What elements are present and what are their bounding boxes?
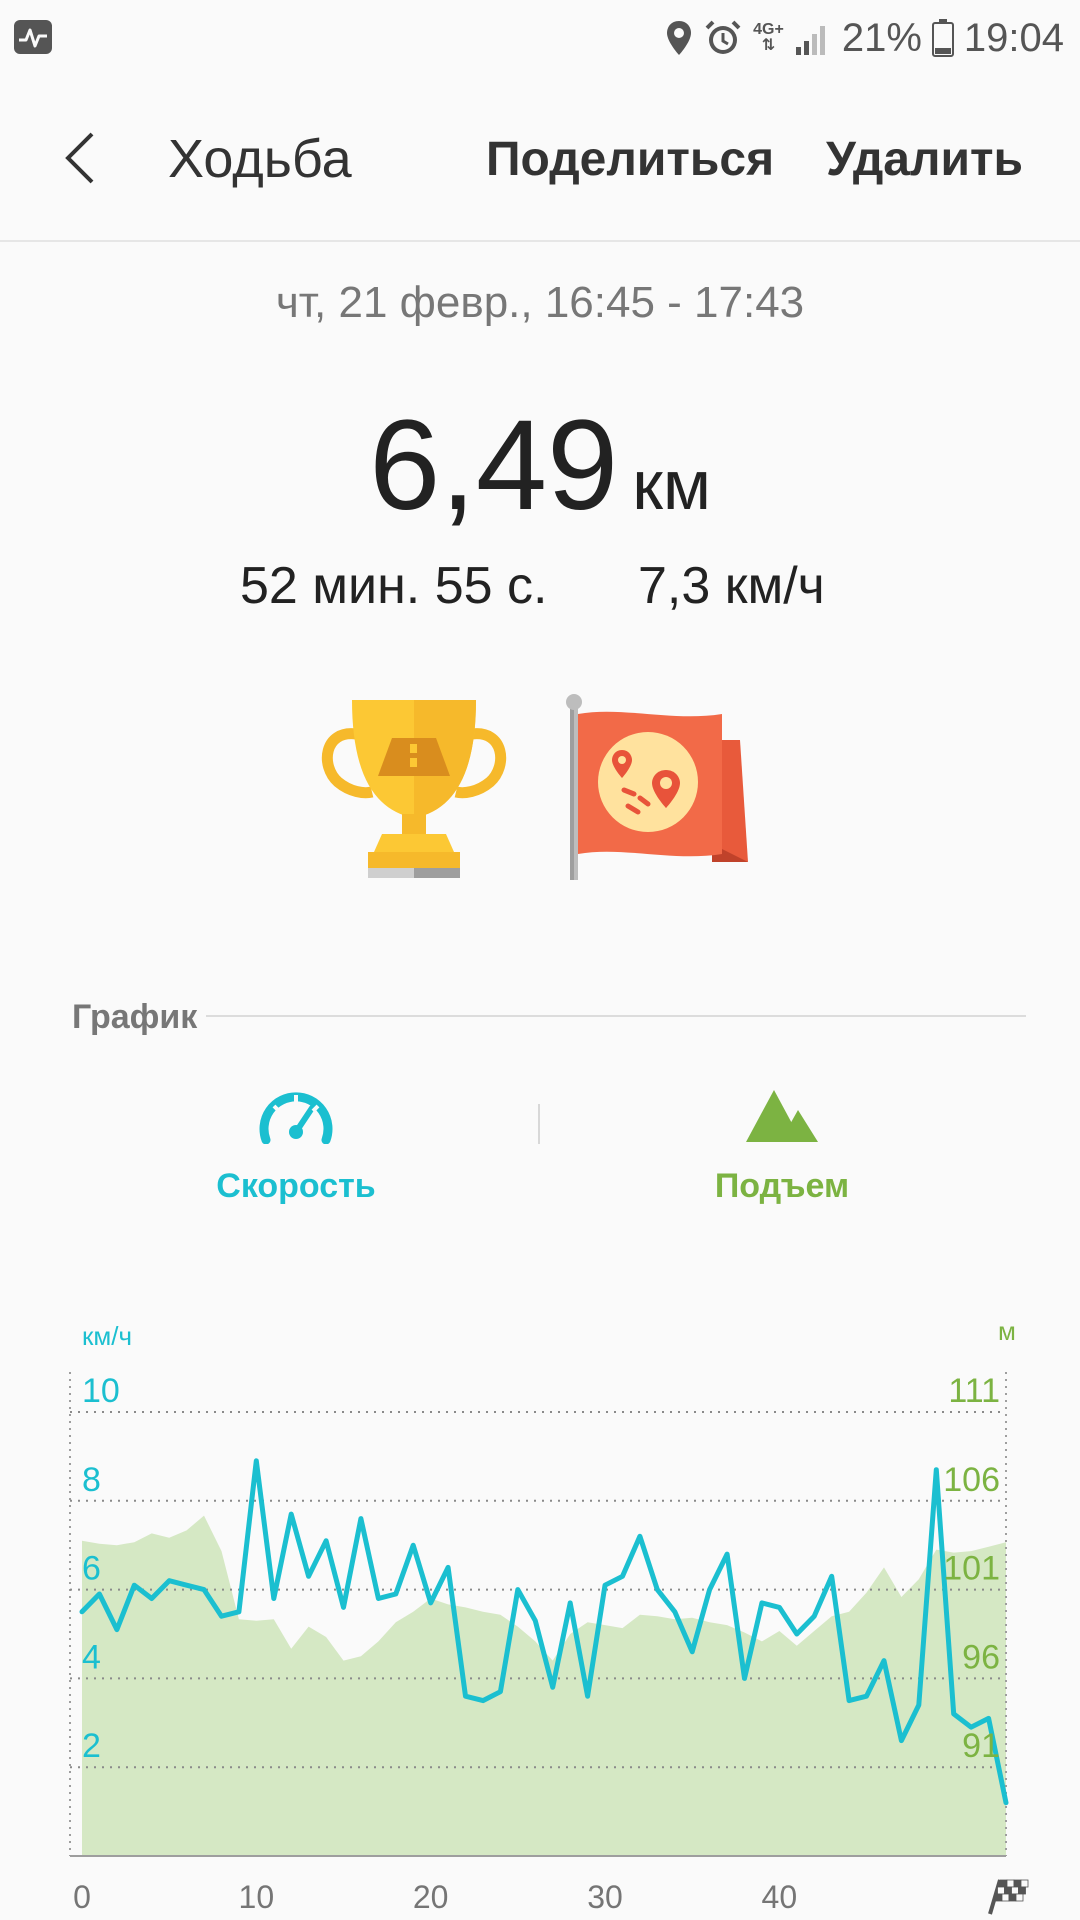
- back-arrow-icon[interactable]: [52, 128, 112, 188]
- alarm-icon: [705, 20, 741, 54]
- data-arrows-icon: ⇅: [761, 37, 776, 54]
- speedometer-icon: [259, 1092, 333, 1145]
- flag-cell: [1015, 1893, 1024, 1902]
- route-flag-award-icon[interactable]: [562, 694, 752, 886]
- distance-display: 6,49 км: [0, 392, 1080, 539]
- x-tick-label: 20: [413, 1879, 449, 1915]
- status-bar: 4G+ ⇅ 21% 19:04: [0, 0, 1080, 76]
- status-icons: 4G+ ⇅ 21% 19:04: [665, 12, 1064, 64]
- flag-cell: [1008, 1893, 1017, 1902]
- elevation-area: [82, 1515, 1006, 1856]
- duration-value: 52 мин. 55 с.: [240, 557, 548, 615]
- left-tick-label: 2: [82, 1727, 101, 1765]
- network-type: 4G+: [753, 21, 784, 38]
- x-tick-label: 0: [73, 1879, 91, 1915]
- average-speed-value: 7,3 км/ч: [638, 557, 825, 615]
- flag-cell: [1018, 1886, 1026, 1895]
- right-tick-label: 101: [943, 1550, 1000, 1588]
- right-tick-label: 106: [943, 1461, 1000, 1499]
- section-divider: [206, 1015, 1026, 1017]
- location-icon: [667, 21, 692, 55]
- app-header: Ходьба Поделиться Удалить: [0, 76, 1080, 242]
- left-tick-label: 8: [82, 1461, 101, 1499]
- graph-section-title: График: [72, 998, 198, 1036]
- activity-app-icon: [14, 20, 52, 54]
- x-tick-label: 40: [762, 1879, 798, 1915]
- tab-speed[interactable]: Скорость: [166, 1086, 426, 1236]
- finish-flag-icon: [988, 1879, 1029, 1915]
- delete-button[interactable]: Удалить: [826, 132, 1023, 187]
- signal-icon: [795, 26, 825, 55]
- flag-cell: [1020, 1879, 1029, 1888]
- distance-unit: км: [632, 446, 711, 524]
- mountain-icon: [746, 1090, 818, 1142]
- battery-percent: 21%: [841, 15, 922, 60]
- left-tick-label: 10: [82, 1372, 120, 1410]
- tab-elevation-label: Подъем: [714, 1167, 850, 1205]
- flag-cell: [1013, 1879, 1022, 1888]
- tab-divider: [538, 1104, 540, 1144]
- flag-cell: [1011, 1886, 1019, 1895]
- distance-value: 6,49: [369, 394, 619, 537]
- flag-cell: [1004, 1886, 1012, 1895]
- x-tick-label: 10: [239, 1879, 275, 1915]
- right-tick-label: 96: [962, 1638, 1000, 1676]
- page-title: Ходьба: [168, 129, 352, 189]
- right-tick-label: 111: [948, 1372, 1000, 1410]
- flag-cell: [997, 1886, 1005, 1895]
- right-tick-label: 91: [962, 1727, 1000, 1765]
- flag-cell: [1006, 1879, 1015, 1888]
- battery-icon: [931, 19, 954, 57]
- workout-date-range: чт, 21 февр., 16:45 - 17:43: [275, 278, 805, 327]
- network-indicator: 4G+ ⇅: [753, 22, 784, 54]
- right-axis-unit: м: [998, 1316, 1016, 1346]
- trophy-award-icon[interactable]: [316, 696, 512, 882]
- tab-speed-label: Скорость: [216, 1167, 376, 1205]
- clock: 19:04: [963, 15, 1064, 60]
- tab-elevation[interactable]: Подъем: [652, 1086, 912, 1236]
- left-tick-label: 6: [82, 1550, 101, 1588]
- flag-cell: [999, 1879, 1008, 1888]
- left-axis-unit: км/ч: [82, 1321, 132, 1351]
- flag-cell: [994, 1893, 1003, 1902]
- speed-elevation-chart: км/ч м 2 4 6 8 10 91 96 101 106 111 0 10 20 30 40: [69, 1316, 1029, 1915]
- x-tick-label: 30: [587, 1879, 623, 1915]
- flag-cell: [1001, 1893, 1010, 1902]
- share-button[interactable]: Поделиться: [486, 132, 774, 187]
- left-tick-label: 4: [82, 1638, 101, 1676]
